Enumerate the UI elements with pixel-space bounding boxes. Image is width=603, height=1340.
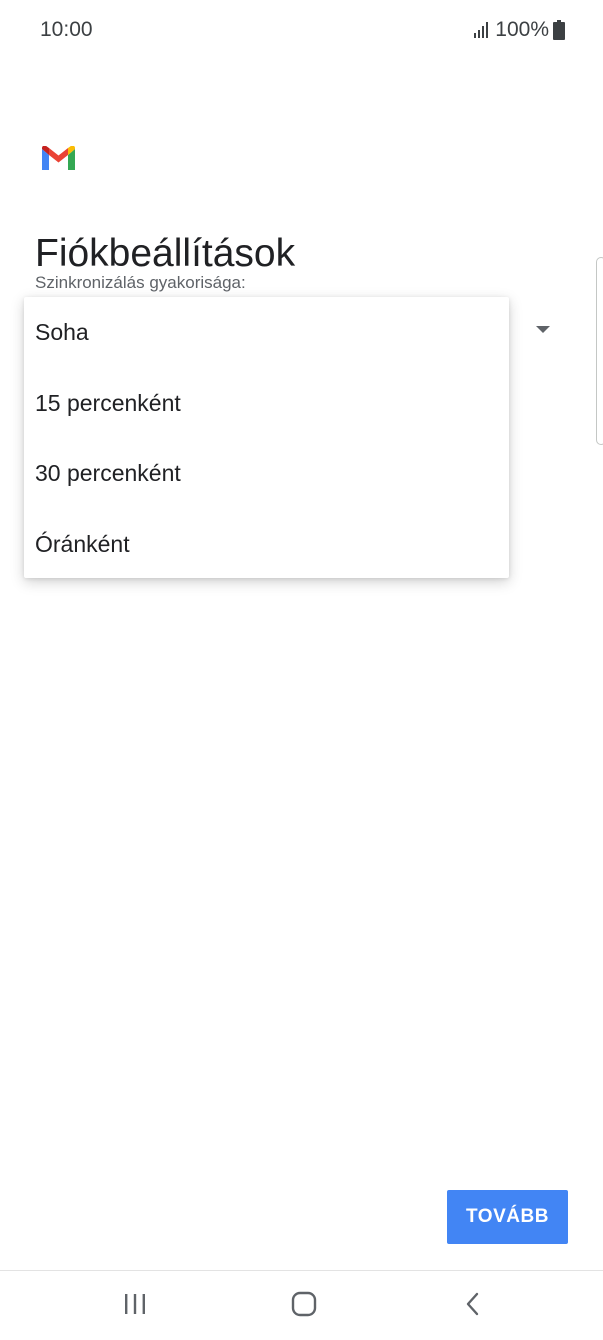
home-icon bbox=[291, 1291, 317, 1322]
gmail-logo bbox=[42, 145, 75, 170]
navigation-bar bbox=[0, 1270, 603, 1340]
page-title: Fiókbeállítások bbox=[35, 232, 296, 276]
menu-item-never[interactable]: Soha bbox=[24, 297, 509, 367]
home-button[interactable] bbox=[274, 1283, 334, 1329]
recents-icon bbox=[123, 1293, 147, 1320]
menu-item-hourly[interactable]: Óránként bbox=[24, 509, 509, 579]
sync-frequency-menu: Soha 15 percenként 30 percenként Óránkén… bbox=[24, 297, 509, 578]
next-button[interactable]: TOVÁBB bbox=[447, 1190, 568, 1244]
back-button[interactable] bbox=[443, 1283, 503, 1329]
status-indicators: 100% bbox=[473, 18, 565, 42]
recents-button[interactable] bbox=[105, 1283, 165, 1329]
sync-frequency-label: Szinkronizálás gyakorisága: bbox=[35, 273, 246, 292]
scroll-edge-indicator bbox=[596, 257, 603, 445]
signal-icon bbox=[473, 21, 491, 39]
battery-icon bbox=[553, 20, 565, 40]
menu-item-every-30-minutes[interactable]: 30 percenként bbox=[24, 438, 509, 508]
dropdown-arrow-icon[interactable] bbox=[536, 326, 550, 333]
battery-percentage: 100% bbox=[495, 18, 549, 41]
status-bar: 10:00 100% bbox=[0, 0, 603, 60]
screen: 10:00 100% Fiókbeállítások Szinkronizálá… bbox=[0, 0, 603, 1340]
back-icon bbox=[464, 1292, 482, 1321]
menu-item-every-15-minutes[interactable]: 15 percenként bbox=[24, 368, 509, 438]
status-time: 10:00 bbox=[40, 18, 93, 41]
